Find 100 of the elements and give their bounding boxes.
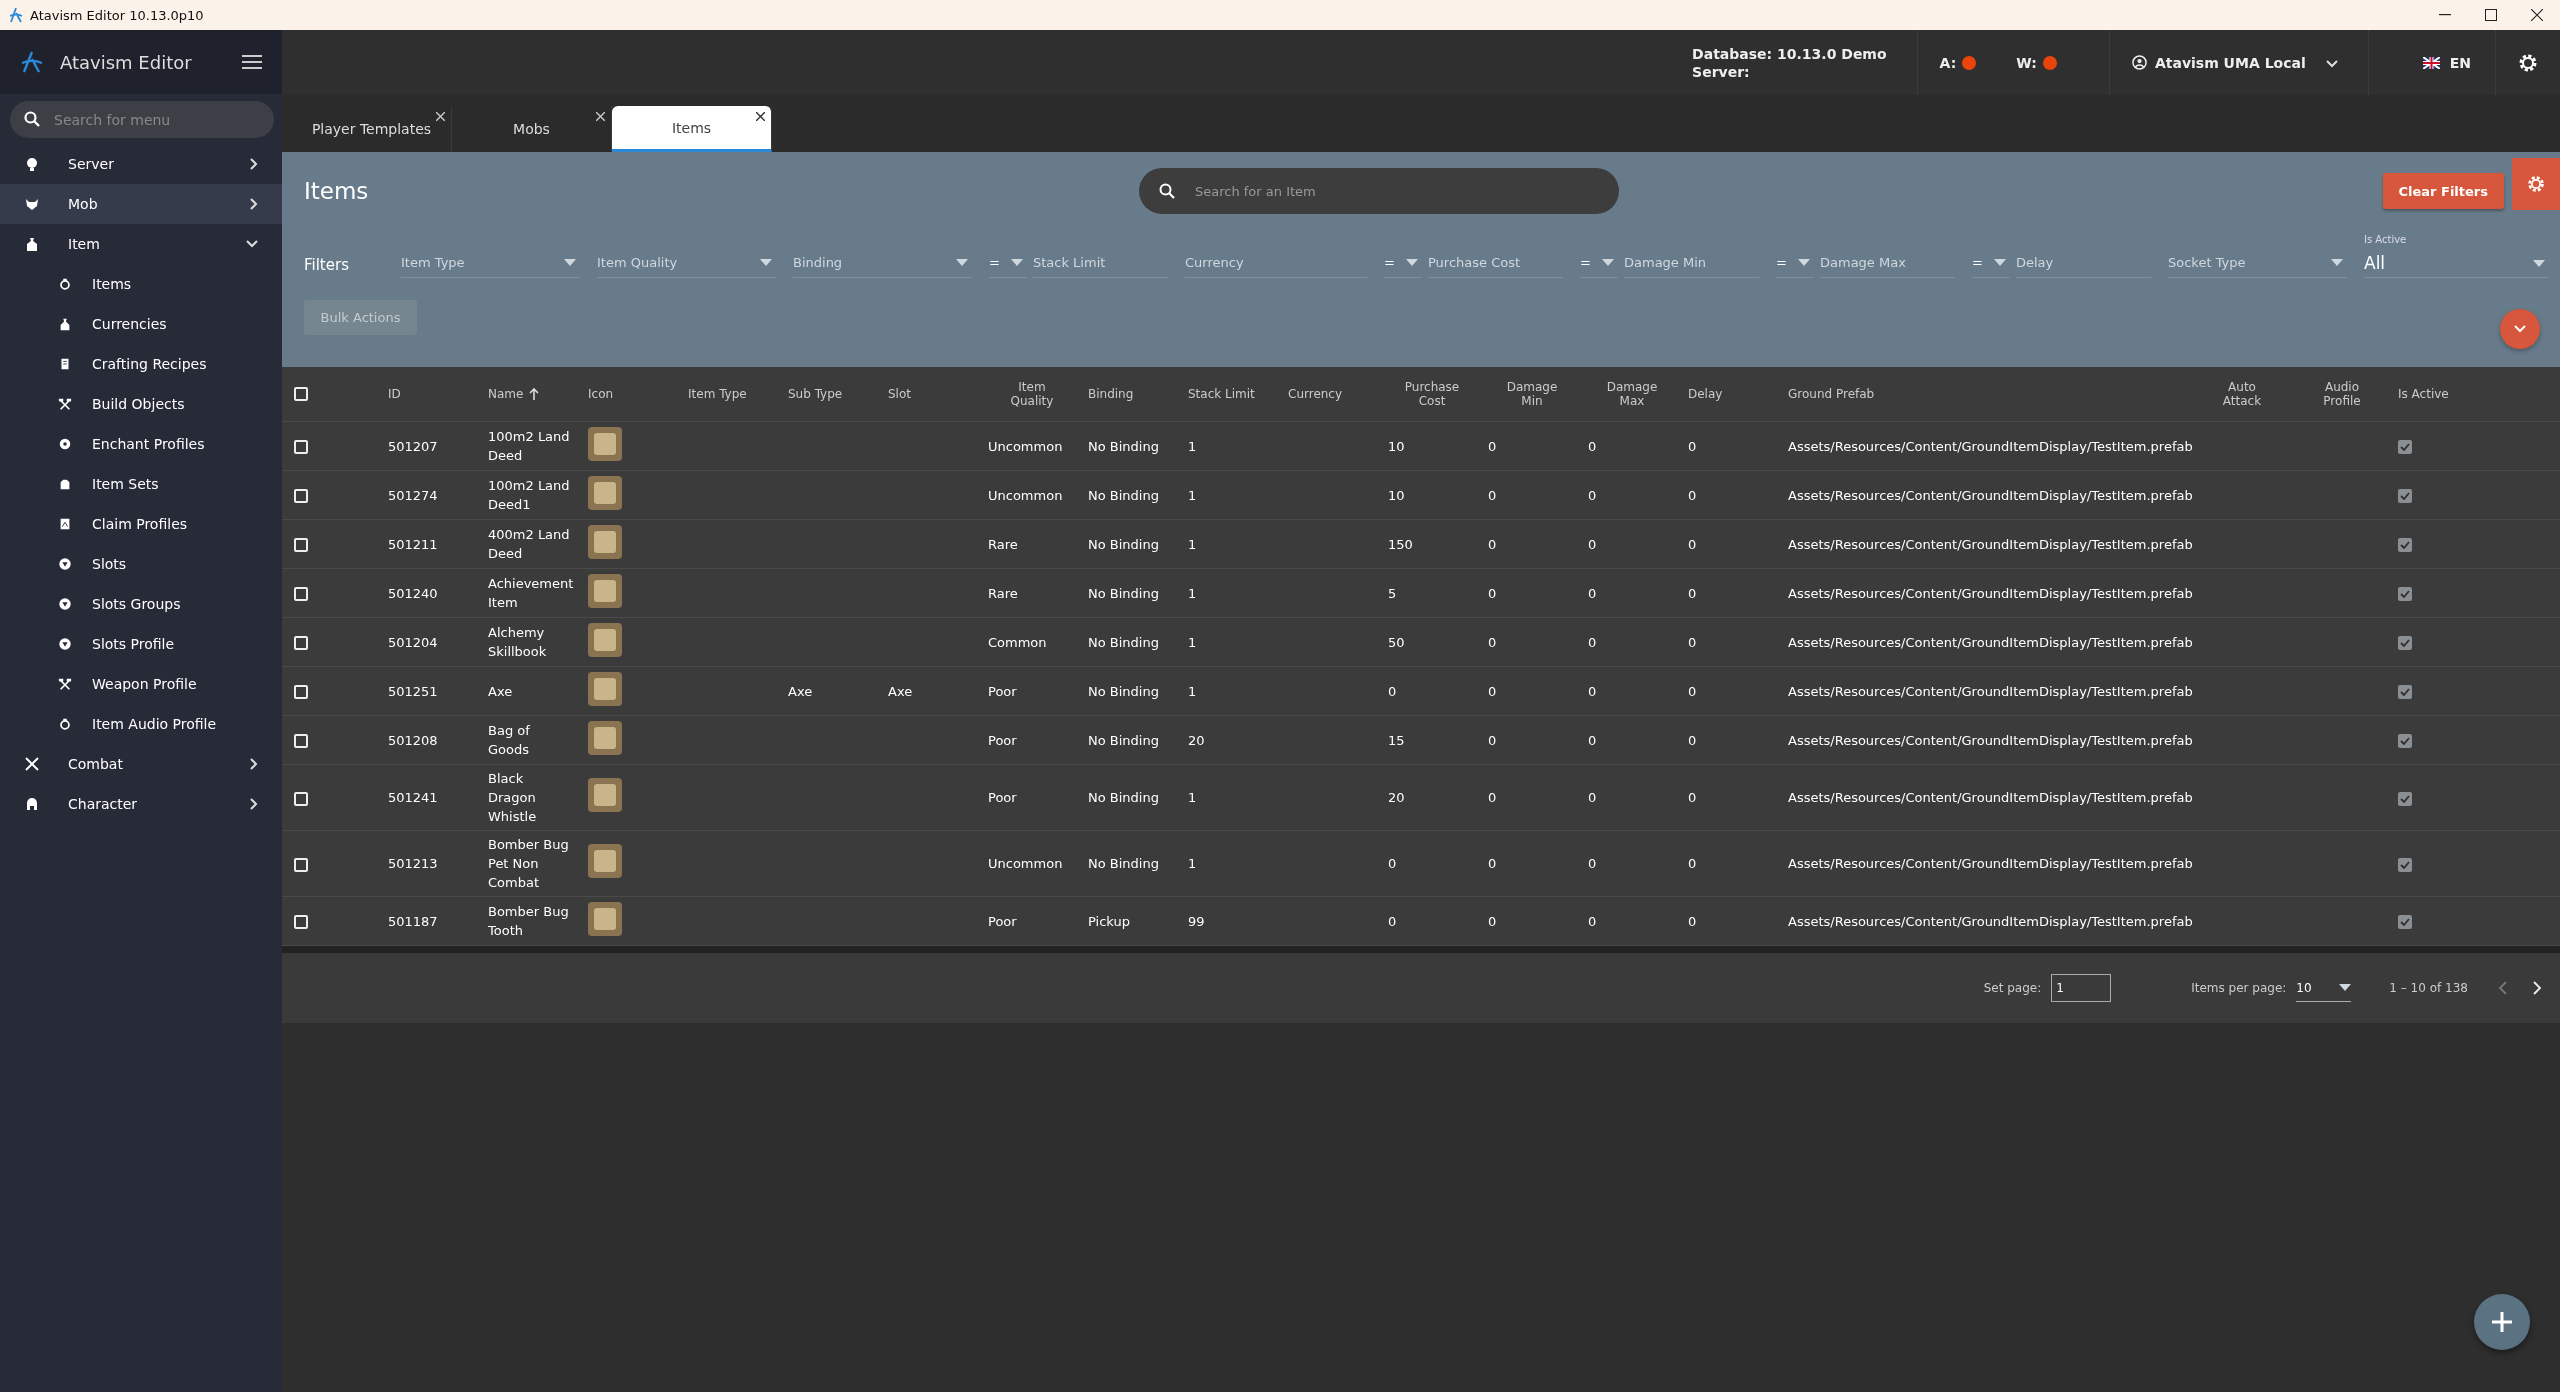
sidebar-menu-item[interactable]: Combat [0, 744, 282, 784]
table-cell: 501187 [388, 913, 438, 929]
sidebar-submenu-item[interactable]: Slots Groups [0, 584, 282, 624]
page-input-field[interactable]: 1 [2051, 974, 2112, 1002]
operator-dropdown[interactable]: = [989, 248, 1027, 278]
row-checkbox[interactable] [294, 857, 308, 872]
menu-search-field[interactable]: Search for menu [10, 101, 274, 138]
sidebar-submenu-item[interactable]: Crafting Recipes [0, 344, 282, 384]
row-checkbox[interactable] [294, 685, 308, 699]
column-header[interactable]: Is Active [2398, 387, 2449, 401]
table-cell: Axe [888, 683, 913, 699]
row-checkbox[interactable] [294, 489, 308, 503]
active-checkbox[interactable] [2398, 489, 2412, 503]
row-checkbox[interactable] [294, 587, 308, 601]
table-cell: Common [988, 634, 1047, 650]
column-header[interactable]: Purchase Cost [1400, 380, 1464, 408]
column-header[interactable]: Name [488, 387, 524, 401]
sidebar-submenu-item[interactable]: Item Sets [0, 464, 282, 504]
sidebar-submenu-item[interactable]: Build Objects [0, 384, 282, 424]
active-checkbox[interactable] [2398, 538, 2412, 552]
sidebar-menu-item[interactable]: Item [0, 224, 282, 264]
active-checkbox[interactable] [2398, 636, 2412, 650]
column-header[interactable]: Item Type [688, 387, 747, 401]
column-header[interactable]: Ground Prefab [1788, 387, 1875, 401]
operator-dropdown[interactable]: = [1972, 248, 2010, 278]
filter-dropdown[interactable]: Is Active All [2364, 234, 2549, 278]
next-page-icon[interactable] [2533, 981, 2542, 995]
row-checkbox[interactable] [294, 791, 308, 806]
row-checkbox[interactable] [294, 440, 308, 454]
close-tab-icon[interactable] [756, 112, 765, 121]
column-header[interactable]: Icon [588, 387, 614, 401]
maximize-icon[interactable] [2485, 9, 2497, 21]
table-cell: 0 [1488, 585, 1497, 601]
active-checkbox[interactable] [2398, 734, 2412, 748]
close-icon[interactable] [2531, 9, 2543, 21]
sidebar-submenu-item[interactable]: Slots [0, 544, 282, 584]
column-header[interactable]: Item Quality [1000, 380, 1064, 408]
active-checkbox[interactable] [2398, 915, 2412, 929]
row-checkbox[interactable] [294, 538, 308, 552]
add-button[interactable] [2474, 1294, 2530, 1350]
sidebar-submenu-item[interactable]: Weapon Profile [0, 664, 282, 704]
app-logo-icon [8, 7, 24, 23]
sidebar-submenu-item[interactable]: Items [0, 264, 282, 304]
active-checkbox[interactable] [2398, 685, 2412, 699]
column-header[interactable]: ID [388, 387, 401, 401]
column-header[interactable]: Delay [1688, 387, 1723, 401]
item-thumbnail [588, 720, 622, 755]
table-cell: 0 [1488, 913, 1497, 929]
table-cell: 0 [1588, 634, 1597, 650]
chevron-down-icon [2514, 325, 2526, 333]
table-cell: No Binding [1088, 585, 1159, 601]
sidebar-menu-item[interactable]: Mob [0, 184, 282, 224]
operator-dropdown[interactable]: = [1776, 248, 1814, 278]
sort-ascending-icon[interactable] [529, 388, 540, 400]
hammers-icon [58, 677, 72, 691]
table-cell-text: Bag of Goods [488, 722, 531, 759]
row-checkbox[interactable] [294, 636, 308, 650]
sidebar-menu-item[interactable]: Character [0, 784, 282, 824]
server-label: Server: [1692, 62, 1751, 81]
table-cell: 0 [1688, 438, 1697, 454]
table-cell: 15 [1388, 732, 1405, 748]
active-checkbox[interactable] [2398, 587, 2412, 601]
column-header[interactable]: Currency [1288, 387, 1343, 401]
column-header[interactable]: Audio Profile [2310, 380, 2374, 408]
row-checkbox[interactable] [294, 915, 308, 929]
table-cell: No Binding [1088, 790, 1159, 805]
minimize-icon[interactable] [2439, 14, 2451, 16]
column-header[interactable]: Auto Attack [2210, 380, 2274, 408]
previous-page-icon[interactable] [2498, 981, 2507, 995]
sidebar-submenu-item[interactable]: Currencies [0, 304, 282, 344]
table-cell: 0 [1488, 438, 1497, 454]
column-header[interactable]: Stack Limit [1188, 387, 1255, 401]
column-header[interactable]: Sub Type [788, 387, 843, 401]
items-per-page-dropdown[interactable]: 10 [2296, 974, 2352, 1002]
column-header[interactable]: Damage Max [1600, 380, 1664, 408]
select-all-checkbox[interactable] [294, 387, 308, 402]
active-checkbox[interactable] [2398, 440, 2412, 454]
active-checkbox[interactable] [2398, 857, 2412, 872]
column-header[interactable]: Damage Min [1500, 380, 1564, 408]
active-checkbox[interactable] [2398, 791, 2412, 806]
menu-icon[interactable] [242, 55, 262, 69]
operator-dropdown[interactable]: = [1580, 248, 1618, 278]
table-cell: Assets/Resources/Content/GroundItemDisplay/TestItem.prefab [1788, 856, 2193, 871]
operator-dropdown[interactable]: = [1384, 248, 1422, 278]
tab[interactable]: Items [612, 106, 772, 152]
row-checkbox[interactable] [294, 734, 308, 748]
column-header[interactable]: Binding [1088, 387, 1134, 401]
sidebar-submenu-item[interactable]: Slots Profile [0, 624, 282, 664]
sidebar-menu-item[interactable]: Server [0, 144, 282, 184]
item-search-field[interactable]: Search for an Item [1139, 168, 1619, 214]
table-cell: Axe [788, 683, 813, 699]
sidebar-submenu-item[interactable]: Claim Profiles [0, 504, 282, 544]
sidebar-submenu-item[interactable]: Enchant Profiles [0, 424, 282, 464]
dropdown-caret-icon [1602, 259, 1614, 266]
horned-head-icon [24, 196, 40, 212]
column-header[interactable]: Slot [888, 387, 911, 401]
table-cell: 0 [1588, 913, 1597, 929]
settings-button[interactable] [2512, 158, 2560, 210]
sidebar-submenu-item[interactable]: Item Audio Profile [0, 704, 282, 744]
clear-filters-button[interactable]: Clear Filters [2382, 173, 2504, 209]
